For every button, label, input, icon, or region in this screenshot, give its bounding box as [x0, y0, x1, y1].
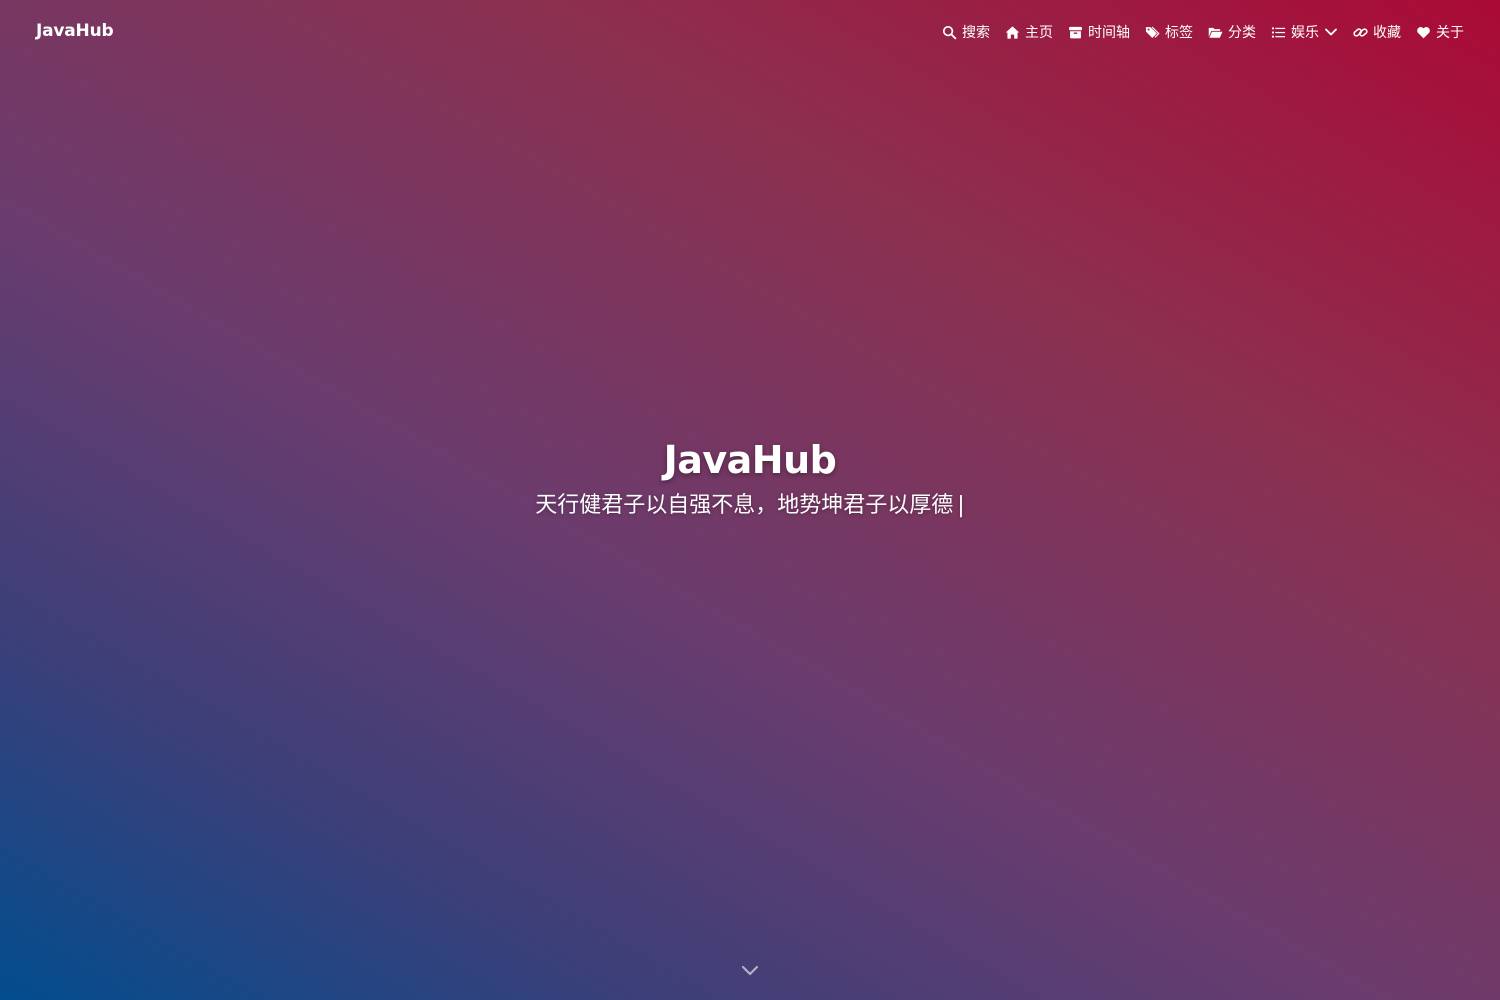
- chevron-down-icon: [1324, 25, 1338, 39]
- scroll-down-button[interactable]: [739, 962, 761, 980]
- nav-item-tags[interactable]: 标签: [1137, 22, 1200, 42]
- site-brand[interactable]: JavaHub: [36, 21, 114, 41]
- nav-item-label: 娱乐: [1291, 25, 1319, 41]
- top-navbar: JavaHub 搜索 主页 时间轴 标签 分类 娱乐 收藏 关于: [0, 0, 1500, 64]
- nav-item-label: 标签: [1165, 25, 1193, 41]
- nav-item-categories[interactable]: 分类: [1200, 22, 1263, 42]
- link-icon: [1352, 24, 1368, 40]
- tags-icon: [1144, 24, 1160, 40]
- home-icon: [1004, 24, 1020, 40]
- nav-item-label: 关于: [1436, 25, 1464, 41]
- nav-item-home[interactable]: 主页: [997, 22, 1060, 42]
- list-icon: [1270, 24, 1286, 40]
- typing-cursor: |: [957, 493, 965, 518]
- nav-item-label: 收藏: [1373, 25, 1401, 41]
- nav-item-label: 时间轴: [1088, 25, 1130, 41]
- hero-subtitle-line: 天行健君子以自强不息，地势坤君子以厚德 |: [0, 488, 1500, 524]
- nav-item-entertainment[interactable]: 娱乐: [1263, 22, 1345, 42]
- nav-item-label: 主页: [1025, 25, 1053, 41]
- nav-item-about[interactable]: 关于: [1408, 22, 1464, 42]
- hero-banner: JavaHub 天行健君子以自强不息，地势坤君子以厚德 |: [0, 430, 1500, 524]
- chevron-down-icon: [740, 962, 760, 981]
- nav-item-label: 分类: [1228, 25, 1256, 41]
- nav-item-label: 搜索: [962, 25, 990, 41]
- heart-icon: [1415, 24, 1431, 40]
- nav-menu: 搜索 主页 时间轴 标签 分类 娱乐 收藏 关于: [934, 22, 1464, 42]
- nav-item-search[interactable]: 搜索: [934, 22, 997, 42]
- nav-item-timeline[interactable]: 时间轴: [1060, 22, 1137, 42]
- nav-item-favorites[interactable]: 收藏: [1345, 22, 1408, 42]
- hero-subtitle: 天行健君子以自强不息，地势坤君子以厚德: [535, 493, 954, 518]
- archive-icon: [1067, 24, 1083, 40]
- hero-title: JavaHub: [663, 438, 837, 482]
- search-icon: [941, 24, 957, 40]
- folder-open-icon: [1207, 24, 1223, 40]
